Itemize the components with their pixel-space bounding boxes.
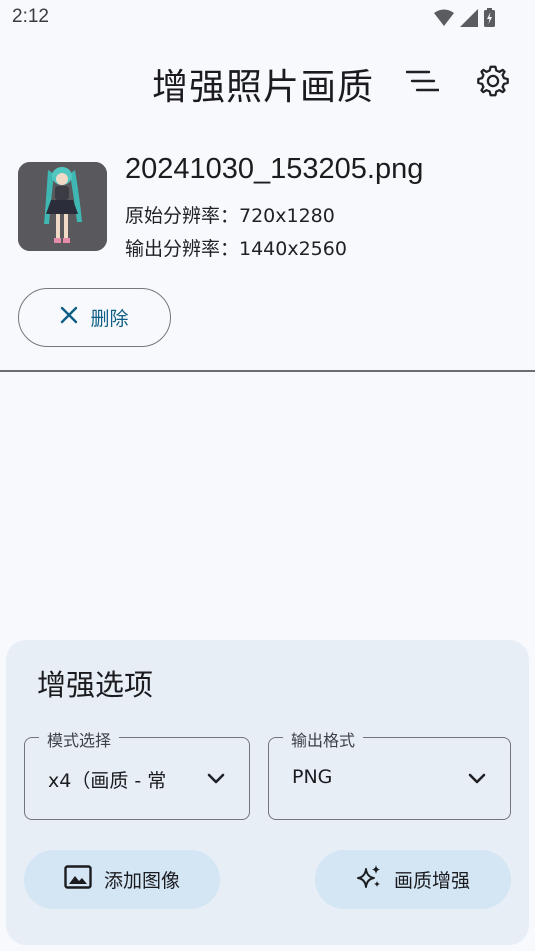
- thumbnail-illustration: [18, 162, 107, 251]
- format-select-label: 输出格式: [283, 727, 364, 751]
- enhance-label: 画质增强: [393, 870, 470, 892]
- status-icons: [434, 8, 495, 27]
- divider: [0, 370, 535, 372]
- mode-select-label: 模式选择: [39, 727, 120, 751]
- add-image-label: 添加图像: [103, 870, 180, 892]
- delete-button[interactable]: 删除: [18, 288, 171, 347]
- delete-button-label: 删除: [90, 308, 129, 330]
- original-resolution: 原始分辨率：720x1280: [125, 205, 335, 227]
- file-name: 20241030_153205.png: [125, 153, 424, 185]
- gear-icon: [475, 63, 511, 103]
- close-icon: [60, 306, 78, 329]
- sparkle-icon: [356, 864, 382, 895]
- format-select-value: PNG: [292, 766, 333, 788]
- chevron-down-icon: [207, 770, 225, 789]
- image-thumbnail[interactable]: [18, 162, 107, 251]
- wifi-icon: [434, 9, 454, 27]
- mode-select-value: x4（画质 - 常: [48, 770, 167, 792]
- enhance-options-panel: 增强选项 模式选择 x4（画质 - 常 输出格式 PNG 添加图像 画质增强: [6, 640, 529, 945]
- mode-select[interactable]: 模式选择 x4（画质 - 常: [24, 727, 250, 820]
- add-image-button[interactable]: 添加图像: [24, 850, 220, 909]
- battery-charging-icon: [484, 8, 495, 27]
- chevron-down-icon: [468, 770, 486, 789]
- sort-button[interactable]: [398, 59, 446, 107]
- sort-lines-icon: [405, 69, 441, 97]
- options-title: 增强选项: [37, 668, 154, 702]
- format-select[interactable]: 输出格式 PNG: [268, 727, 511, 820]
- status-time: 2:12: [12, 6, 49, 27]
- image-icon: [64, 865, 92, 894]
- status-bar: 2:12: [0, 0, 535, 36]
- enhance-button[interactable]: 画质增强: [315, 850, 511, 909]
- cell-signal-icon: [460, 8, 478, 27]
- output-resolution: 输出分辨率：1440x2560: [125, 238, 347, 260]
- page-title: 增强照片画质: [152, 67, 375, 108]
- settings-button[interactable]: [469, 59, 517, 107]
